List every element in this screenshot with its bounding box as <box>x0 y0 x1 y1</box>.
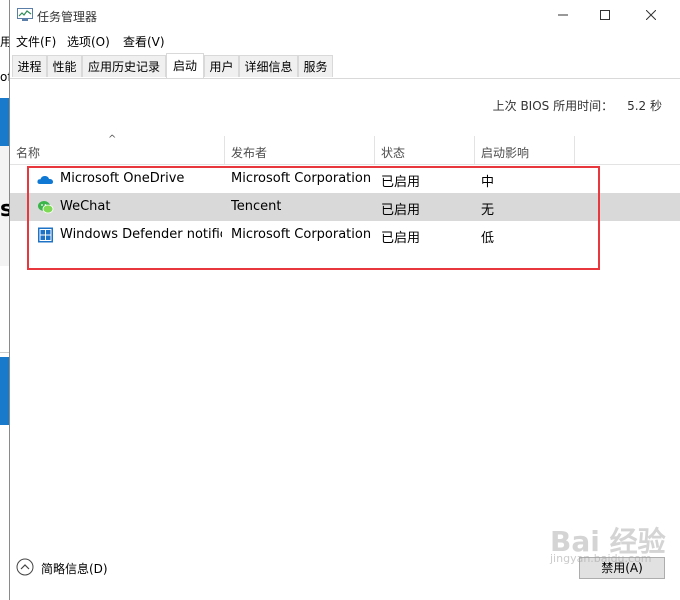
column-divider[interactable] <box>474 136 475 164</box>
menu-file[interactable]: 文件(F) <box>16 33 56 50</box>
maximize-button[interactable] <box>582 0 627 30</box>
row-impact: 低 <box>481 231 495 246</box>
bios-label: 上次 BIOS 所用时间： <box>492 99 614 113</box>
collapse-chevron-icon[interactable] <box>16 558 34 576</box>
windows-defender-icon <box>38 227 53 243</box>
bios-value: 5.2 秒 <box>627 99 662 113</box>
bios-time: 上次 BIOS 所用时间： 5.2 秒 <box>493 97 662 114</box>
maximize-icon <box>599 10 610 20</box>
row-status: 已启用 <box>381 231 421 246</box>
task-manager-window: 任务管理器 文件(F) 选项(O) 查看(V) 进程 性能 应用历史记录 启动 … <box>9 0 680 600</box>
column-divider[interactable] <box>374 136 375 164</box>
column-impact[interactable]: 启动影响 <box>481 144 529 161</box>
row-name: WeChat <box>60 199 111 214</box>
baidu-watermark-url: jingyan.baidu.com <box>550 552 652 565</box>
menu-view[interactable]: 查看(V) <box>123 33 165 50</box>
window-title: 任务管理器 <box>37 10 98 24</box>
row-name: Microsoft OneDrive <box>60 171 185 186</box>
row-status: 已启用 <box>381 203 421 218</box>
table-row[interactable]: Windows Defender notific... Microsoft Co… <box>10 221 680 249</box>
column-divider[interactable] <box>224 136 225 164</box>
tab-app-history[interactable]: 应用历史记录 <box>82 55 166 77</box>
sort-ascending-icon: ^ <box>108 134 117 145</box>
background-text: 用 <box>0 35 9 49</box>
tab-users[interactable]: 用户 <box>204 55 239 77</box>
tab-startup[interactable]: 启动 <box>166 53 204 78</box>
tab-details[interactable]: 详细信息 <box>239 55 298 77</box>
row-publisher: Microsoft Corporation <box>231 171 372 186</box>
background-divider <box>0 352 9 353</box>
title-bar: 任务管理器 <box>10 0 680 30</box>
background-banner <box>0 98 9 146</box>
column-name[interactable]: 名称 <box>16 144 40 161</box>
table-row[interactable]: WeChat Tencent 已启用 无 <box>10 193 680 221</box>
row-publisher: Microsoft Corporation <box>231 227 372 242</box>
onedrive-icon <box>37 175 54 184</box>
tab-bar: 进程 性能 应用历史记录 启动 用户 详细信息 服务 <box>10 53 680 79</box>
close-button[interactable] <box>628 0 673 30</box>
fewer-details-link[interactable]: 简略信息(D) <box>41 560 108 577</box>
menu-options[interactable]: 选项(O) <box>67 33 110 50</box>
tab-processes[interactable]: 进程 <box>12 55 47 77</box>
row-status: 已启用 <box>381 175 421 190</box>
column-divider[interactable] <box>574 136 575 164</box>
row-impact: 中 <box>481 175 495 190</box>
close-icon <box>645 10 656 20</box>
tab-services[interactable]: 服务 <box>298 55 333 77</box>
row-name: Windows Defender notific... <box>60 227 222 242</box>
background-text: oft <box>0 70 9 84</box>
task-manager-icon <box>17 8 33 21</box>
table-row[interactable]: Microsoft OneDrive Microsoft Corporation… <box>10 165 680 193</box>
minimize-icon <box>557 14 568 16</box>
background-banner <box>0 357 9 425</box>
row-impact: 无 <box>481 203 495 218</box>
menu-bar: 文件(F) 选项(O) 查看(V) <box>10 31 680 51</box>
column-publisher[interactable]: 发布者 <box>231 144 267 161</box>
column-status[interactable]: 状态 <box>381 144 405 161</box>
background-heading: s <box>0 197 9 222</box>
wechat-icon <box>38 201 54 214</box>
minimize-button[interactable] <box>540 0 585 30</box>
row-publisher: Tencent <box>231 199 282 214</box>
background-window <box>0 0 9 600</box>
tab-performance[interactable]: 性能 <box>47 55 82 77</box>
column-headers: ^ 名称 发布者 状态 启动影响 <box>10 134 680 165</box>
